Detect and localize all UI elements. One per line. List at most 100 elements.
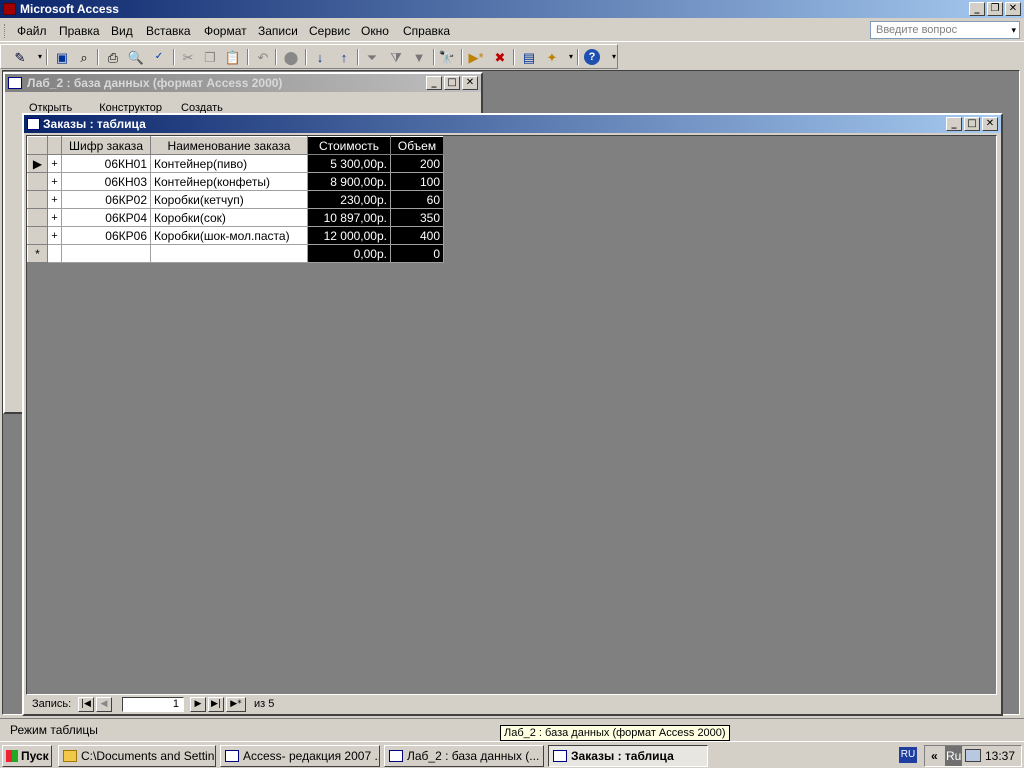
record-number-input[interactable]: 1 [122, 697, 184, 712]
cell-order-code[interactable]: 06КН03 [61, 172, 151, 191]
new-record-icon[interactable]: * [27, 244, 48, 263]
file-search-icon[interactable]: ⌕ [75, 48, 93, 66]
paste-icon[interactable]: 📋 [224, 48, 242, 66]
new-object-icon[interactable]: ✦ [543, 48, 561, 66]
network-icon[interactable] [965, 749, 981, 762]
spelling-icon[interactable]: ✓ [150, 48, 168, 66]
table-row[interactable]: + 06КР06 Коробки(шок-мол.паста) 12 000,0… [27, 226, 444, 245]
menu-insert[interactable]: Вставка [146, 24, 191, 38]
cell-order-code[interactable]: 06КР02 [61, 190, 151, 209]
minimize-icon[interactable]: _ [969, 2, 985, 16]
minimize-icon[interactable]: _ [946, 117, 962, 131]
cell-order-name[interactable]: Коробки(кетчуп) [150, 190, 308, 209]
cell-cost[interactable]: 8 900,00р. [307, 172, 391, 191]
cell-cost[interactable]: 230,00р. [307, 190, 391, 209]
cut-icon[interactable]: ✂ [179, 48, 197, 66]
expand-icon[interactable]: + [47, 226, 62, 245]
table-row[interactable]: + 06КН03 Контейнер(конфеты) 8 900,00р. 1… [27, 172, 444, 191]
ask-question-box[interactable]: Введите вопрос ▾ [870, 21, 1020, 39]
menu-view[interactable]: Вид [111, 24, 133, 38]
restore-icon[interactable]: ❐ [987, 2, 1003, 16]
cell-order-code[interactable]: 06КР04 [61, 208, 151, 227]
undo-icon[interactable]: ↶ [254, 48, 272, 66]
table-row[interactable]: ▶ + 06КН01 Контейнер(пиво) 5 300,00р. 20… [27, 154, 444, 173]
expand-icon[interactable]: + [47, 154, 62, 173]
help-icon[interactable]: ? [584, 49, 600, 65]
cell-volume[interactable]: 0 [390, 244, 444, 263]
col-cost[interactable]: Стоимость [307, 136, 391, 155]
new-record-nav-icon[interactable]: ▶* [226, 697, 246, 712]
new-record-row[interactable]: * 0,00р. 0 [27, 244, 444, 263]
cell-order-code[interactable]: 06КР06 [61, 226, 151, 245]
save-icon[interactable]: ▣ [53, 48, 71, 66]
taskbar-button-word[interactable]: Access- редакция 2007 ... [220, 745, 380, 767]
maximize-icon[interactable]: □ [444, 76, 460, 90]
cell-order-name[interactable]: Контейнер(пиво) [150, 154, 308, 173]
expand-icon[interactable]: + [47, 172, 62, 191]
maximize-icon[interactable]: □ [964, 117, 980, 131]
view-icon[interactable]: ✎ [11, 48, 29, 66]
table-row[interactable]: + 06КР02 Коробки(кетчуп) 230,00р. 60 [27, 190, 444, 209]
keyboard-layout-icon[interactable]: Ru [945, 746, 963, 766]
previous-record-icon[interactable]: ◀ [96, 697, 112, 712]
menu-records[interactable]: Записи [258, 24, 298, 38]
menu-tools[interactable]: Сервис [309, 24, 350, 38]
cell-volume[interactable]: 100 [390, 172, 444, 191]
print-preview-icon[interactable]: 🔍 [127, 48, 145, 66]
next-record-icon[interactable]: ▶ [190, 697, 206, 712]
minimize-icon[interactable]: _ [426, 76, 442, 90]
start-button[interactable]: Пуск [2, 745, 52, 767]
cell-cost[interactable]: 5 300,00р. [307, 154, 391, 173]
close-icon[interactable]: ✕ [1005, 2, 1021, 16]
col-order-code[interactable]: Шифр заказа [61, 136, 151, 155]
expand-icon[interactable]: + [47, 208, 62, 227]
row-selector[interactable] [27, 226, 48, 245]
menu-help[interactable]: Справка [403, 24, 450, 38]
sort-descending-icon[interactable]: ↑ [335, 48, 353, 66]
cell-order-name[interactable] [150, 244, 308, 263]
print-icon[interactable]: ⎙ [104, 48, 122, 66]
cell-volume[interactable]: 200 [390, 154, 444, 173]
last-record-icon[interactable]: ▶| [208, 697, 224, 712]
col-volume[interactable]: Объем [390, 136, 444, 155]
taskbar-button-database[interactable]: Лаб_2 : база данных (... [384, 745, 544, 767]
filter-by-form-icon[interactable]: ⧩ [387, 48, 405, 66]
close-icon[interactable]: ✕ [462, 76, 478, 90]
new-record-icon[interactable]: ▶* [467, 48, 485, 66]
first-record-icon[interactable]: |◀ [78, 697, 94, 712]
delete-record-icon[interactable]: ✖ [491, 48, 509, 66]
close-icon[interactable]: ✕ [982, 117, 998, 131]
filter-by-selection-icon[interactable]: ⏷ [363, 48, 381, 66]
cell-volume[interactable]: 400 [390, 226, 444, 245]
clock[interactable]: 13:37 [985, 746, 1015, 766]
taskbar-button-explorer[interactable]: C:\Documents and Settin... [58, 745, 216, 767]
cell-order-name[interactable]: Коробки(шок-мол.паста) [150, 226, 308, 245]
cell-order-code[interactable] [61, 244, 151, 263]
table-row[interactable]: + 06КР04 Коробки(сок) 10 897,00р. 350 [27, 208, 444, 227]
menu-edit[interactable]: Правка [59, 24, 100, 38]
menu-format[interactable]: Формат [204, 24, 247, 38]
hyperlink-icon[interactable]: ⬤ [282, 48, 300, 66]
current-record-icon[interactable]: ▶ [27, 154, 48, 173]
language-indicator[interactable]: RU [899, 747, 917, 763]
menu-file[interactable]: Файл [17, 24, 47, 38]
row-selector[interactable] [27, 208, 48, 227]
database-window-icon[interactable]: ▤ [520, 48, 538, 66]
chevron-down-icon[interactable]: ▾ [1011, 22, 1016, 38]
sort-ascending-icon[interactable]: ↓ [311, 48, 329, 66]
col-order-name[interactable]: Наименование заказа [150, 136, 308, 155]
cell-volume[interactable]: 60 [390, 190, 444, 209]
row-selector[interactable] [27, 172, 48, 191]
tray-expand-icon[interactable]: « [931, 746, 938, 766]
cell-order-name[interactable]: Коробки(сок) [150, 208, 308, 227]
taskbar-button-table[interactable]: Заказы : таблица [548, 745, 708, 767]
cell-cost[interactable]: 0,00р. [307, 244, 391, 263]
cell-cost[interactable]: 10 897,00р. [307, 208, 391, 227]
find-icon[interactable]: 🔭 [438, 48, 456, 66]
apply-filter-icon[interactable]: ▼ [410, 48, 428, 66]
expand-icon[interactable]: + [47, 190, 62, 209]
cell-volume[interactable]: 350 [390, 208, 444, 227]
menu-window[interactable]: Окно [361, 24, 389, 38]
select-all-corner[interactable] [27, 136, 48, 155]
table-window[interactable]: Заказы : таблица _ □ ✕ Шифр заказа Наиме… [22, 113, 1003, 716]
